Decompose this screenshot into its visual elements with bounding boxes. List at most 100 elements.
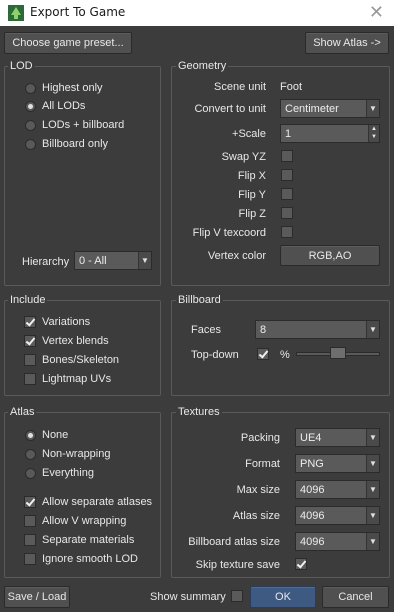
hierarchy-value: 0 - All xyxy=(79,254,107,267)
allow-v-wrapping-checkbox[interactable]: Allow V wrapping xyxy=(24,513,126,529)
packing-label: Packing xyxy=(240,432,280,444)
max-size-value: 4096 xyxy=(300,483,325,496)
format-value: PNG xyxy=(300,457,324,470)
ignore-smooth-lod-checkbox[interactable]: Ignore smooth LOD xyxy=(24,551,138,567)
show-summary-checkbox[interactable] xyxy=(231,590,243,602)
max-size-select[interactable]: 4096 ▼ xyxy=(295,480,380,499)
skip-texture-save-checkbox[interactable] xyxy=(295,558,307,570)
chevron-down-icon: ▼ xyxy=(366,507,379,524)
lod-billboard-only-radio[interactable]: Billboard only xyxy=(25,136,108,152)
faces-label: Faces xyxy=(191,324,221,336)
flip-z-checkbox[interactable] xyxy=(281,207,293,219)
flip-y-label: Flip Y xyxy=(238,189,266,201)
radio-label: Billboard only xyxy=(42,138,109,150)
slider-thumb[interactable] xyxy=(330,347,346,359)
atlas-size-select[interactable]: 4096 ▼ xyxy=(295,506,380,525)
radio-indicator xyxy=(25,82,36,94)
window-title: Export To Game xyxy=(30,5,126,19)
checkbox-indicator xyxy=(24,553,36,565)
billboard-atlas-size-label: Billboard atlas size xyxy=(188,536,280,548)
scene-unit-value: Foot xyxy=(280,81,303,93)
billboard-atlas-size-select[interactable]: 4096 ▼ xyxy=(295,532,380,551)
billboard-group xyxy=(171,300,390,396)
packing-select[interactable]: UE4 ▼ xyxy=(295,428,380,447)
checkbox-indicator xyxy=(24,496,36,508)
hierarchy-select[interactable]: 0 - All ▼ xyxy=(74,251,152,270)
close-icon[interactable]: ✕ xyxy=(369,2,384,23)
include-bones-checkbox[interactable]: Bones/Skeleton xyxy=(24,352,119,368)
include-lightmap-uvs-checkbox[interactable]: Lightmap UVs xyxy=(24,371,111,387)
include-variations-checkbox[interactable]: Variations xyxy=(24,314,90,330)
flip-z-label: Flip Z xyxy=(238,208,267,220)
chevron-down-icon: ▼ xyxy=(366,533,379,550)
convert-unit-select[interactable]: Centimeter ▼ xyxy=(280,99,380,118)
allow-separate-atlases-checkbox[interactable]: Allow separate atlases xyxy=(24,494,152,510)
checkbox-indicator xyxy=(24,515,36,527)
geometry-group-title: Geometry xyxy=(176,60,229,72)
ok-button[interactable]: OK xyxy=(250,586,316,608)
spinner-arrows-icon[interactable]: ▲ ▼ xyxy=(368,125,379,142)
lod-highest-only-radio[interactable]: Highest only xyxy=(25,80,103,96)
checkbox-label: Allow V wrapping xyxy=(42,515,127,527)
radio-indicator xyxy=(25,138,36,150)
chevron-down-icon: ▼ xyxy=(366,321,379,338)
scale-value: 1 xyxy=(285,127,292,140)
lod-all-lods-radio[interactable]: All LODs xyxy=(25,98,85,114)
radio-indicator xyxy=(25,448,36,460)
percent-label: % xyxy=(280,349,290,361)
show-atlas-button[interactable]: Show Atlas -> xyxy=(305,32,389,54)
scale-label: +Scale xyxy=(232,128,266,140)
separate-materials-checkbox[interactable]: Separate materials xyxy=(24,532,134,548)
packing-value: UE4 xyxy=(300,431,322,444)
checkbox-label: Variations xyxy=(42,316,91,328)
include-vertex-blends-checkbox[interactable]: Vertex blends xyxy=(24,333,109,349)
checkbox-indicator xyxy=(24,354,36,366)
swap-yz-checkbox[interactable] xyxy=(281,150,293,162)
show-summary-label: Show summary xyxy=(150,591,226,603)
radio-indicator xyxy=(25,429,36,441)
skip-texture-save-label: Skip texture save xyxy=(195,559,280,571)
atlas-none-radio[interactable]: None xyxy=(25,427,68,443)
checkbox-label: Separate materials xyxy=(42,534,135,546)
flip-v-texcoord-checkbox[interactable] xyxy=(281,226,293,238)
checkbox-label: Allow separate atlases xyxy=(42,496,153,508)
radio-label: None xyxy=(42,429,69,441)
radio-label: LODs + billboard xyxy=(42,119,125,131)
cancel-button[interactable]: Cancel xyxy=(322,586,389,608)
atlas-non-wrapping-radio[interactable]: Non-wrapping xyxy=(25,446,110,462)
swap-yz-label: Swap YZ xyxy=(221,151,266,163)
flip-v-texcoord-label: Flip V texcoord xyxy=(192,227,266,239)
checkbox-label: Bones/Skeleton xyxy=(42,354,120,366)
flip-x-checkbox[interactable] xyxy=(281,169,293,181)
faces-value: 8 xyxy=(260,323,267,336)
checkbox-label: Lightmap UVs xyxy=(42,373,112,385)
flip-x-label: Flip X xyxy=(237,170,266,182)
radio-indicator xyxy=(25,100,36,112)
include-group-title: Include xyxy=(8,294,48,306)
checkbox-label: Ignore smooth LOD xyxy=(42,553,138,565)
convert-unit-label: Convert to unit xyxy=(194,103,266,115)
radio-label: Highest only xyxy=(42,82,103,94)
format-select[interactable]: PNG ▼ xyxy=(295,454,380,473)
atlas-size-value: 4096 xyxy=(300,509,325,522)
atlas-everything-radio[interactable]: Everything xyxy=(25,465,94,481)
vertex-color-button[interactable]: RGB,AO xyxy=(280,245,380,266)
chevron-down-icon: ▼ xyxy=(366,455,379,472)
lod-lods-billboard-radio[interactable]: LODs + billboard xyxy=(25,117,124,133)
choose-preset-button[interactable]: Choose game preset... xyxy=(4,32,132,54)
save-load-button[interactable]: Save / Load xyxy=(4,586,70,608)
faces-select[interactable]: 8 ▼ xyxy=(255,320,380,339)
convert-unit-value: Centimeter xyxy=(285,102,339,115)
chevron-down-icon: ▼ xyxy=(366,481,379,498)
scene-unit-label: Scene unit xyxy=(214,81,266,93)
app-tree-icon xyxy=(8,5,24,21)
checkbox-indicator xyxy=(24,534,36,546)
vertex-color-label: Vertex color xyxy=(207,250,266,262)
billboard-atlas-size-value: 4096 xyxy=(300,535,325,548)
top-down-checkbox[interactable] xyxy=(257,348,269,360)
flip-y-checkbox[interactable] xyxy=(281,188,293,200)
checkbox-indicator xyxy=(24,316,36,328)
title-bar: Export To Game ✕ xyxy=(0,0,394,26)
hierarchy-label: Hierarchy xyxy=(22,256,70,268)
scale-input[interactable]: 1 ▲ ▼ xyxy=(280,124,380,143)
